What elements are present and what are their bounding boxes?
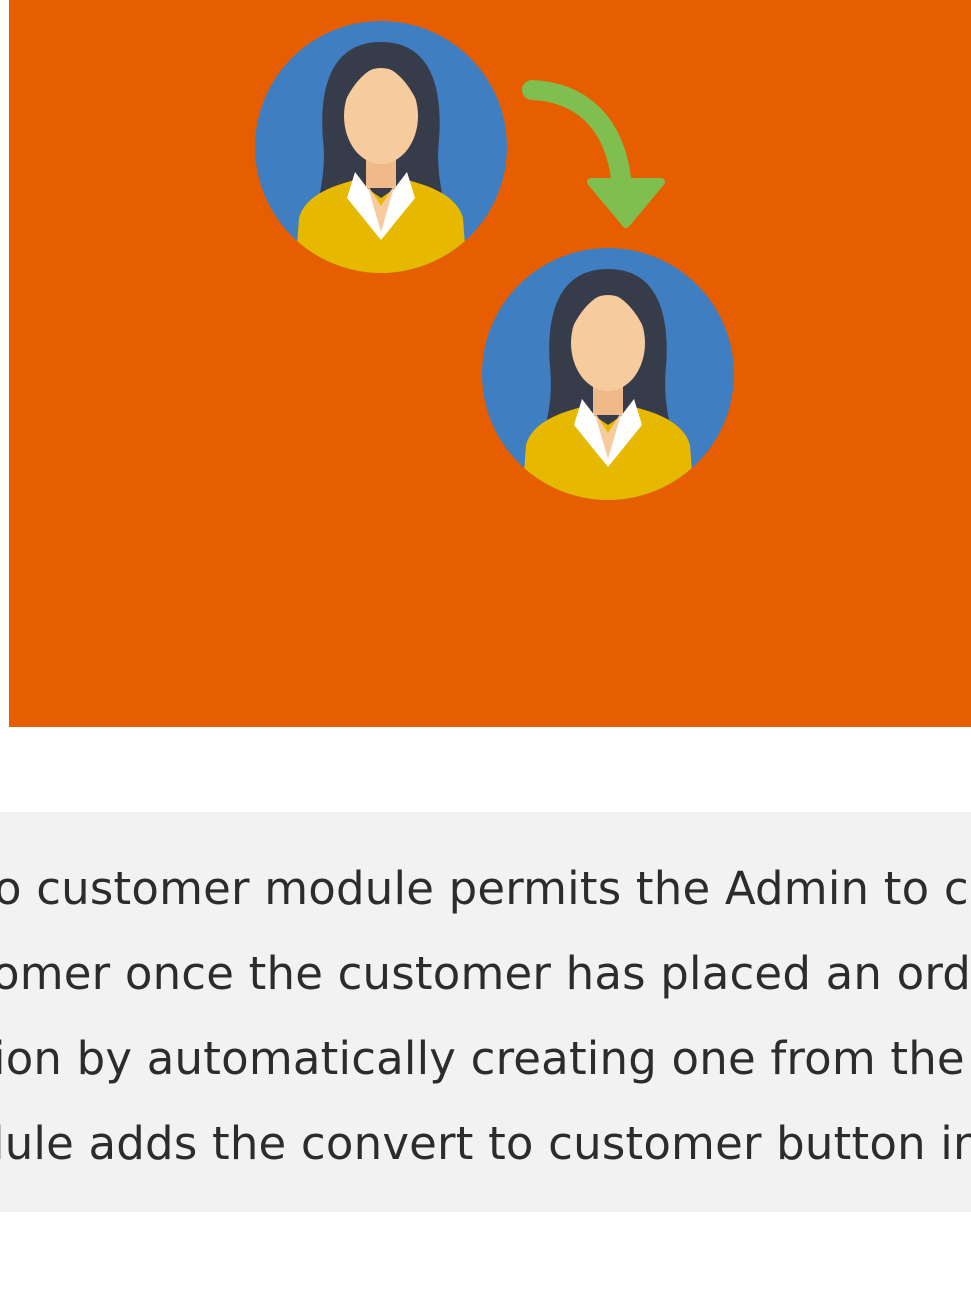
- description-line: lule adds the convert to customer button…: [0, 1117, 971, 1170]
- guest-avatar-icon: [255, 21, 507, 273]
- hero-illustration: [9, 0, 971, 727]
- description-text: o customer module permits the Admin to c…: [0, 812, 971, 1212]
- description-line: omer once the customer has placed an ord…: [0, 947, 971, 1000]
- description-line: ion by automatically creating one from t…: [0, 1032, 971, 1085]
- hero-banner: [9, 0, 971, 727]
- customer-avatar-icon: [482, 248, 734, 500]
- module-description: o customer module permits the Admin to c…: [0, 812, 971, 1212]
- description-line: o customer module permits the Admin to c…: [0, 862, 971, 915]
